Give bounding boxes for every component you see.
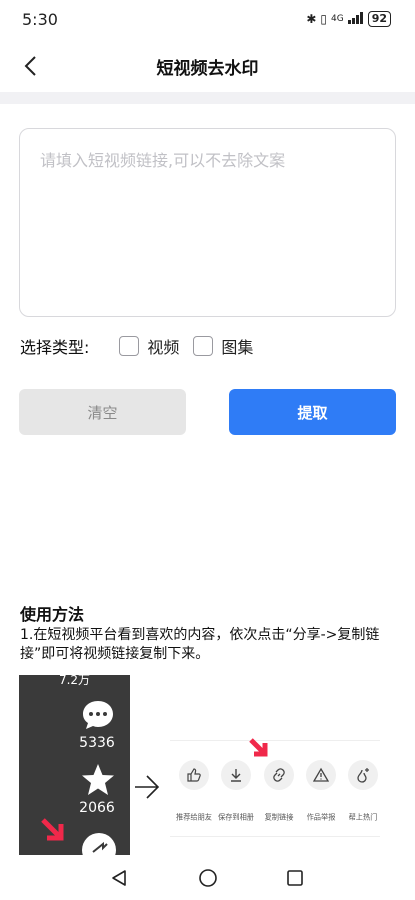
share-item-label: 保存到相册 [218, 813, 254, 822]
usage-step-1: 1.在短视频平台看到喜欢的内容，依次点击“分享->复制链接”即可将视频链接复制下… [20, 627, 380, 662]
gallery-option-label: 图集 [221, 338, 254, 357]
share-item-promote: 帮上热门 [342, 760, 384, 823]
share-panel-bottom-line [170, 836, 380, 837]
type-selector: 选择类型: 视频 图集 [20, 334, 267, 358]
link-icon [264, 760, 294, 790]
share-item-report: 作品举报 [300, 760, 342, 823]
arrow-right-icon [135, 775, 160, 799]
status-time: 5:30 [22, 10, 58, 29]
share-item-recommend: 推荐给朋友 [173, 760, 215, 823]
gallery-option[interactable]: 图集 [193, 334, 253, 358]
system-home-button[interactable] [196, 866, 220, 890]
pointer-arrow-icon [41, 818, 64, 841]
nav-bar: 短视频去水印 [0, 42, 415, 90]
share-item-save: 保存到相册 [215, 760, 257, 823]
triangle-back-icon [112, 870, 126, 886]
link-input[interactable] [19, 128, 396, 317]
battery-icon: 92 [367, 11, 391, 27]
clear-button[interactable]: 清空 [19, 389, 186, 435]
usage-title: 使用方法 [20, 605, 85, 624]
gallery-checkbox[interactable] [193, 336, 214, 356]
comment-icon [83, 701, 113, 729]
signal-icon [347, 11, 364, 27]
download-icon [221, 760, 251, 790]
extract-button[interactable]: 提取 [229, 389, 396, 435]
pointer-arrow-icon [249, 738, 268, 757]
square-recents-icon [287, 870, 303, 886]
system-recents-button[interactable] [283, 866, 307, 890]
bluetooth-icon: ✱ [306, 12, 317, 26]
demo-favorite-count: 2066 [79, 800, 115, 816]
share-item-label: 推荐给朋友 [176, 813, 212, 822]
status-bar: 5:30 ✱ ▯ 4G 92 [0, 0, 415, 40]
share-item-label: 作品举报 [306, 813, 336, 822]
flame-icon [348, 760, 378, 790]
page-title: 短视频去水印 [156, 59, 259, 79]
header-divider [0, 92, 415, 104]
share-icon [82, 833, 116, 855]
share-item-copy-link: 复制链接 [258, 760, 300, 823]
share-item-label: 帮上热门 [348, 813, 378, 822]
share-item-label: 复制链接 [264, 813, 294, 822]
status-icons: ✱ ▯ 4G 92 [306, 11, 391, 27]
type-label: 选择类型: [20, 338, 90, 357]
network-label: 4G [330, 14, 344, 24]
vibrate-icon: ▯ [320, 12, 327, 26]
video-option-label: 视频 [147, 338, 180, 357]
demo-comment-count: 5336 [79, 735, 115, 751]
demo-video-screenshot: 7.2万 5336 2066 [19, 675, 130, 855]
video-checkbox[interactable] [119, 336, 140, 356]
star-icon [82, 764, 114, 795]
thumb-up-icon [179, 760, 209, 790]
video-option[interactable]: 视频 [119, 334, 179, 358]
demo-like-count: 7.2万 [58, 675, 91, 687]
system-back-button[interactable] [107, 866, 131, 890]
system-nav-bar [0, 858, 415, 900]
circle-home-icon [199, 869, 217, 887]
warning-icon [306, 760, 336, 790]
share-panel-top-line [170, 740, 380, 741]
